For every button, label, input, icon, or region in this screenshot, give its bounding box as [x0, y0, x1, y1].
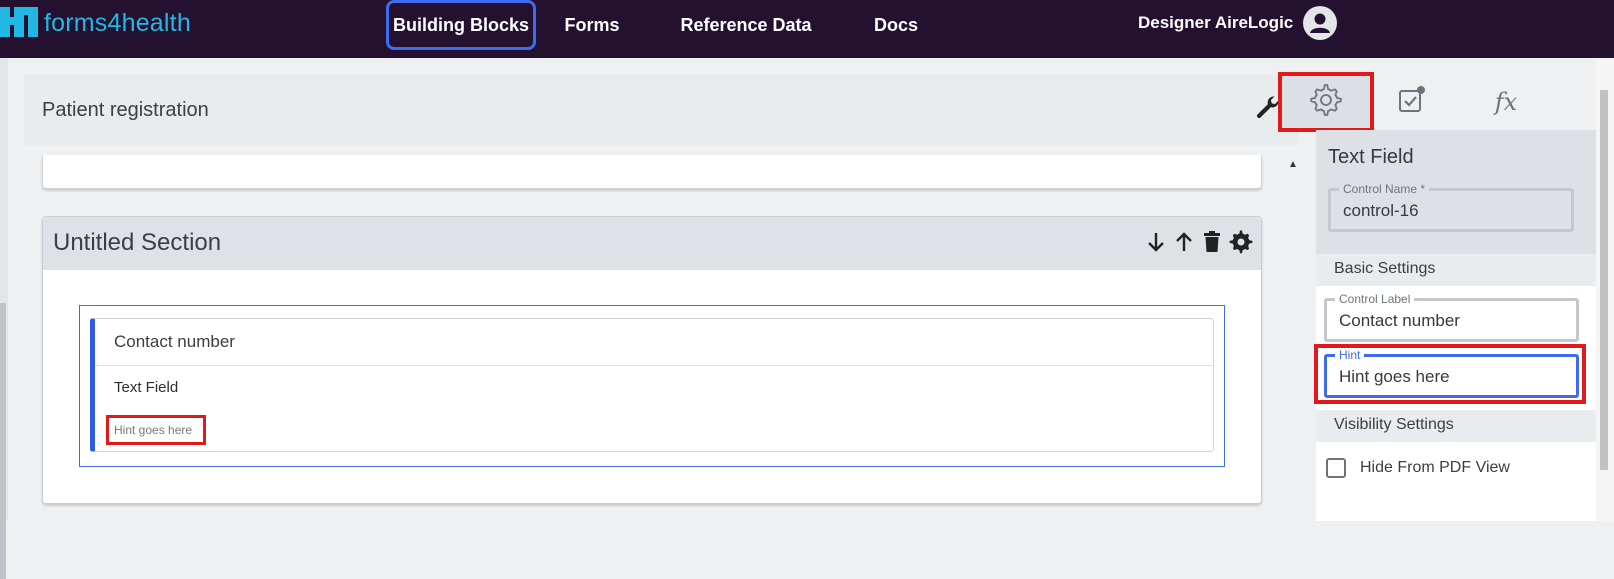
form-editor: Patient registration ▲ Untitled Section	[24, 75, 1298, 521]
section-toolbar	[1145, 230, 1253, 254]
hint-value: Hint goes here	[1339, 367, 1450, 386]
user-menu[interactable]: Designer AireLogic	[1138, 0, 1338, 46]
control-hint: Hint goes here	[114, 423, 193, 437]
hide-pdf-row[interactable]: Hide From PDF View	[1326, 458, 1510, 478]
hide-pdf-label: Hide From PDF View	[1360, 459, 1510, 476]
properties-tabs: fx	[1278, 72, 1596, 132]
gear-icon[interactable]	[1229, 230, 1253, 254]
trash-icon[interactable]	[1201, 230, 1223, 254]
section-title: Untitled Section	[53, 229, 222, 256]
visibility-settings-title: Visibility Settings	[1334, 416, 1454, 433]
basic-settings-title: Basic Settings	[1334, 260, 1436, 277]
text-field-control[interactable]: Contact number Text Field Hint goes here	[90, 318, 1214, 452]
form-section[interactable]: Untitled Section Contact number Text Fie…	[42, 216, 1262, 504]
nav-forms[interactable]: Forms	[556, 0, 628, 50]
left-scrollbar[interactable]	[0, 303, 6, 579]
gear-icon	[1309, 83, 1343, 122]
checklist-icon	[1396, 84, 1428, 121]
logo-text: forms4health	[44, 8, 191, 37]
tab-validation[interactable]	[1364, 72, 1460, 132]
user-name: Designer AireLogic	[1138, 13, 1294, 32]
right-scrollbar-thumb[interactable]	[1600, 90, 1608, 470]
previous-section-card	[42, 155, 1262, 189]
tab-settings[interactable]	[1278, 72, 1374, 132]
properties-header: Text Field Control Name * control-16	[1316, 130, 1596, 255]
arrow-up-icon[interactable]	[1173, 230, 1195, 254]
nav-reference-data[interactable]: Reference Data	[666, 0, 826, 50]
tab-functions[interactable]: fx	[1458, 72, 1554, 132]
control-divider	[95, 365, 1213, 366]
control-name-value: control-16	[1343, 201, 1419, 220]
control-label-legend: Control Label	[1335, 292, 1415, 306]
nav-building-blocks[interactable]: Building Blocks	[386, 0, 536, 50]
form-header: Patient registration	[24, 75, 1298, 145]
section-header: Untitled Section	[43, 217, 1261, 270]
scroll-up-arrow-icon[interactable]: ▲	[1288, 159, 1298, 170]
arrow-down-icon[interactable]	[1145, 230, 1167, 254]
hint-highlight: Hint goes here	[106, 415, 206, 445]
nav-docs[interactable]: Docs	[860, 0, 932, 50]
user-avatar-icon[interactable]	[1303, 6, 1338, 40]
basic-settings-header[interactable]: Basic Settings	[1316, 254, 1596, 286]
app-logo[interactable]: forms4health	[0, 3, 191, 43]
control-label-value: Contact number	[1339, 311, 1460, 330]
right-scrollbar[interactable]	[1596, 58, 1614, 521]
top-navbar: forms4health Building Blocks Forms Refer…	[0, 0, 1614, 58]
control-label-field[interactable]: Control Label Contact number	[1324, 292, 1579, 342]
hint-legend: Hint	[1335, 348, 1365, 362]
properties-panel: fx Text Field Control Name * control-16 …	[1278, 58, 1596, 521]
hint-field[interactable]: Hint Hint goes here	[1324, 348, 1579, 398]
control-name-legend: Control Name *	[1339, 182, 1430, 196]
hide-pdf-checkbox[interactable]	[1326, 458, 1346, 478]
left-collapsed-panel	[0, 58, 8, 579]
control-name-field[interactable]: Control Name * control-16	[1328, 182, 1574, 232]
selected-control-frame[interactable]: Contact number Text Field Hint goes here	[79, 305, 1225, 467]
logo-mark-icon	[0, 3, 40, 43]
visibility-settings-header[interactable]: Visibility Settings	[1316, 410, 1596, 442]
page-title: Patient registration	[42, 99, 209, 121]
properties-body: Text Field Control Name * control-16 Bas…	[1314, 130, 1596, 521]
fx-icon: fx	[1494, 88, 1518, 116]
properties-title: Text Field	[1328, 146, 1414, 168]
control-type: Text Field	[114, 379, 179, 396]
control-label: Contact number	[114, 332, 235, 351]
